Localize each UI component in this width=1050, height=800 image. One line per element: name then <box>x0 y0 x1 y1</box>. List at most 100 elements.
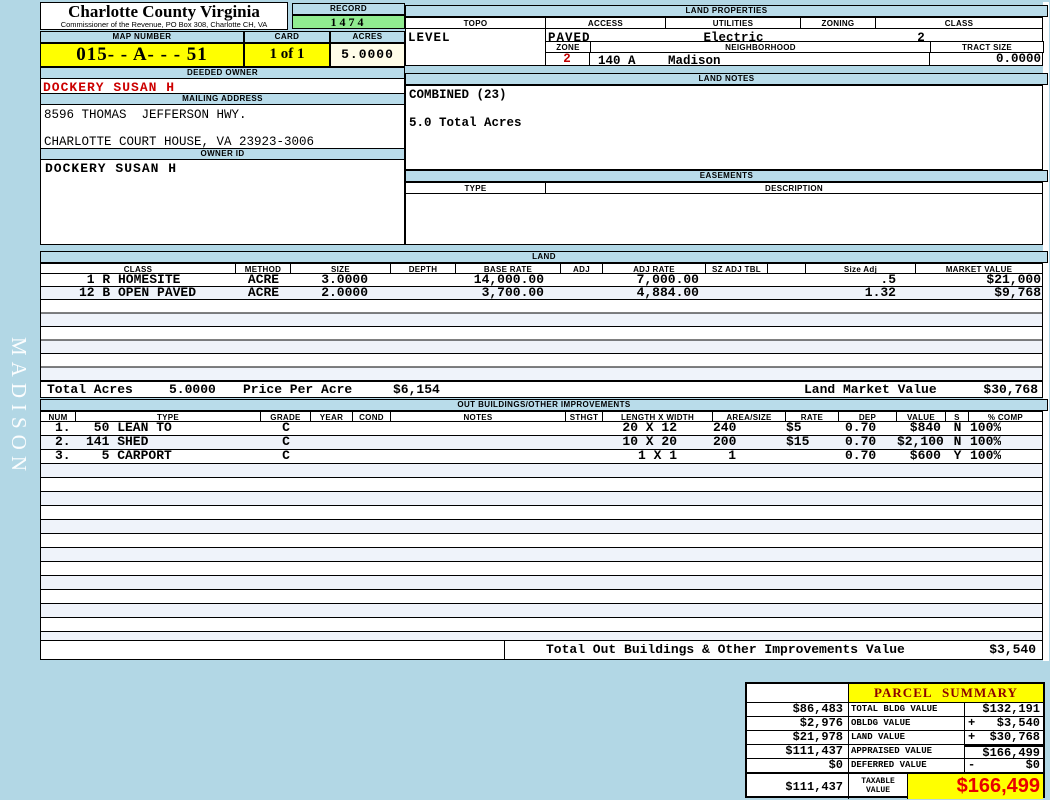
mailing-address-label: MAILING ADDRESS <box>40 93 405 105</box>
acres-value: 5.0000 <box>330 43 405 67</box>
owner-id-value: DOCKERY SUSAN H <box>45 161 178 176</box>
ob-notes-header: NOTES <box>391 412 566 421</box>
land-size-adj-header: Size Adj <box>806 264 916 273</box>
ob-rate-header: RATE <box>786 412 839 421</box>
record-label: RECORD <box>292 3 405 15</box>
ob-type: 141 SHED <box>86 436 149 448</box>
land-notes-box: COMBINED (23) 5.0 Total Acres <box>405 85 1043 170</box>
district-vertical-label: MADISON <box>7 337 31 478</box>
summary-left-value: $0 <box>828 758 843 772</box>
ob-value: $840 <box>909 422 941 434</box>
ob-length-width: 20 X 12 <box>622 422 677 434</box>
summary-row-land: $21,978 LAND VALUE + $30,768 <box>747 731 1043 745</box>
summary-left-value: $21,978 <box>792 730 843 744</box>
zoning-label: ZONING <box>801 18 876 28</box>
land-note-line1: COMBINED (23) <box>409 88 507 102</box>
summary-label: TOTAL BLDG VALUE <box>848 703 965 716</box>
address-line2: CHARLOTTE COURT HOUSE, VA 23923-3006 <box>44 135 315 149</box>
summary-right-value: $166,499 <box>982 746 1040 760</box>
land-size: 2.0000 <box>321 287 368 299</box>
summary-right-value: $0 <box>1025 758 1040 772</box>
land-market-value: $9,768 <box>994 287 1041 299</box>
summary-prefix: + <box>968 730 976 744</box>
land-header-row: CLASS METHOD SIZE DEPTH BASE RATE ADJ AD… <box>40 263 1043 274</box>
land-adj-header: ADJ <box>561 264 603 273</box>
class-label: CLASS <box>944 19 974 28</box>
price-per-acre-label: Price Per Acre <box>243 384 353 396</box>
outbuildings-band: OUT BUILDINGS/OTHER IMPROVEMENTS <box>40 399 1048 411</box>
ob-dep-header: DEP <box>839 412 897 421</box>
summary-right-cell: + $30,768 <box>965 731 1043 744</box>
summary-label: APPRAISED VALUE <box>848 745 965 758</box>
land-base-rate-header: BASE RATE <box>456 264 561 273</box>
land-adj-rate: 7,000.00 <box>636 274 699 286</box>
ob-area-size: 1 <box>728 450 736 462</box>
easements-band: EASEMENTS <box>405 170 1048 182</box>
property-record-card: MADISON Charlotte County Virginia Commis… <box>0 0 1050 800</box>
county-subtitle: Commissioner of the Revenue, PO Box 308,… <box>60 20 268 29</box>
land-adj-rate-header: ADJ RATE <box>603 264 706 273</box>
summary-row-taxable: $111,437 TAXABLE VALUE $166,499 <box>747 773 1043 799</box>
outbuildings-header-row: NUM TYPE GRADE YEAR COND NOTES STHGT LEN… <box>40 411 1043 422</box>
outbuilding-row-3: 3. 5 CARPORT C 1 X 1 1 0.70 $600 Y 100% <box>40 450 1043 464</box>
ob-pct-comp: 100% <box>970 422 1002 434</box>
land-size-adj: .5 <box>880 274 896 286</box>
summary-prefix: + <box>968 716 976 730</box>
outbuildings-empty-rows <box>40 464 1043 640</box>
ob-grade: C <box>282 450 290 462</box>
outbuildings-total-value: $3,540 <box>989 644 1036 656</box>
ob-rate: $5 <box>786 422 802 434</box>
county-title: Charlotte County Virginia <box>68 2 260 21</box>
ob-grade: C <box>282 422 290 434</box>
deeded-owner-label: DEEDED OWNER <box>40 67 405 79</box>
address-line1: 8596 THOMAS JEFFERSON HWY. <box>44 108 247 122</box>
land-empty-rows <box>40 300 1043 381</box>
record-value: 1474 <box>292 15 405 29</box>
ob-cond-header: COND <box>353 412 391 421</box>
land-notes-band: LAND NOTES <box>405 73 1048 85</box>
ob-num: 3. <box>55 450 71 462</box>
ob-type: 5 CARPORT <box>86 450 172 462</box>
ob-pct-comp: 100% <box>970 436 1002 448</box>
land-market-value-total: $30,768 <box>983 384 1038 396</box>
outbuildings-total-row: Total Out Buildings & Other Improvements… <box>40 640 1043 660</box>
ob-pct-comp: 100% <box>970 450 1002 462</box>
ob-area-size-header: AREA/SIZE <box>713 412 786 421</box>
taxable-label-line1: TAXABLE <box>861 777 895 786</box>
easements-header-row: TYPE DESCRIPTION <box>405 182 1043 194</box>
ob-num: 1. <box>55 422 71 434</box>
ob-grade: C <box>282 436 290 448</box>
map-number-value: 015- - A- - - 51 <box>40 43 244 67</box>
ob-value-header: VALUE <box>897 412 946 421</box>
zone-neighborhood-value-row: 2 140 A Madison 0.0000 <box>545 52 1044 68</box>
total-acres-label: Total Acres <box>47 384 133 396</box>
tract-size-value: 0.0000 <box>995 52 1041 66</box>
outbuildings-total-divider <box>504 641 505 659</box>
ob-type-header: TYPE <box>76 412 261 421</box>
ob-length-width-header: LENGTH X WIDTH <box>603 412 713 421</box>
land-method: ACRE <box>247 274 280 286</box>
ob-s: Y <box>953 450 962 462</box>
parcel-summary-title: PARCEL SUMMARY <box>848 684 1043 702</box>
ob-pct-comp-header: % COMP <box>987 413 1024 421</box>
easement-type-label: TYPE <box>406 183 546 193</box>
land-properties-band: LAND PROPERTIES <box>405 5 1048 17</box>
county-title-box: Charlotte County Virginia Commissioner o… <box>40 2 288 30</box>
card-value: 1 of 1 <box>244 43 330 67</box>
price-per-acre-value: $6,154 <box>393 384 440 396</box>
summary-left-value: $111,437 <box>785 744 843 758</box>
ob-year-header: YEAR <box>311 412 353 421</box>
land-base-rate: 3,700.00 <box>481 287 544 299</box>
easements-box: TYPE DESCRIPTION <box>405 182 1043 245</box>
ob-value: $2,100 <box>897 436 944 448</box>
neighborhood-name: Madison <box>668 54 721 68</box>
parcel-summary: PARCEL SUMMARY $86,483 TOTAL BLDG VALUE … <box>745 682 1045 799</box>
owner-panel: DEEDED OWNER DOCKERY SUSAN H MAILING ADD… <box>40 67 405 245</box>
summary-label: OBLDG VALUE <box>848 717 965 730</box>
summary-right-cell: $166,499 <box>965 745 1043 760</box>
ob-num: 2. <box>55 436 71 448</box>
land-properties-header-row: TOPO ACCESS UTILITIES ZONING CLASS <box>405 17 1043 29</box>
summary-left-value: $86,483 <box>792 702 843 716</box>
summary-label: DEFERRED VALUE <box>848 759 965 772</box>
outbuilding-row-2: 2. 141 SHED C 10 X 20 200 $15 0.70 $2,10… <box>40 436 1043 450</box>
